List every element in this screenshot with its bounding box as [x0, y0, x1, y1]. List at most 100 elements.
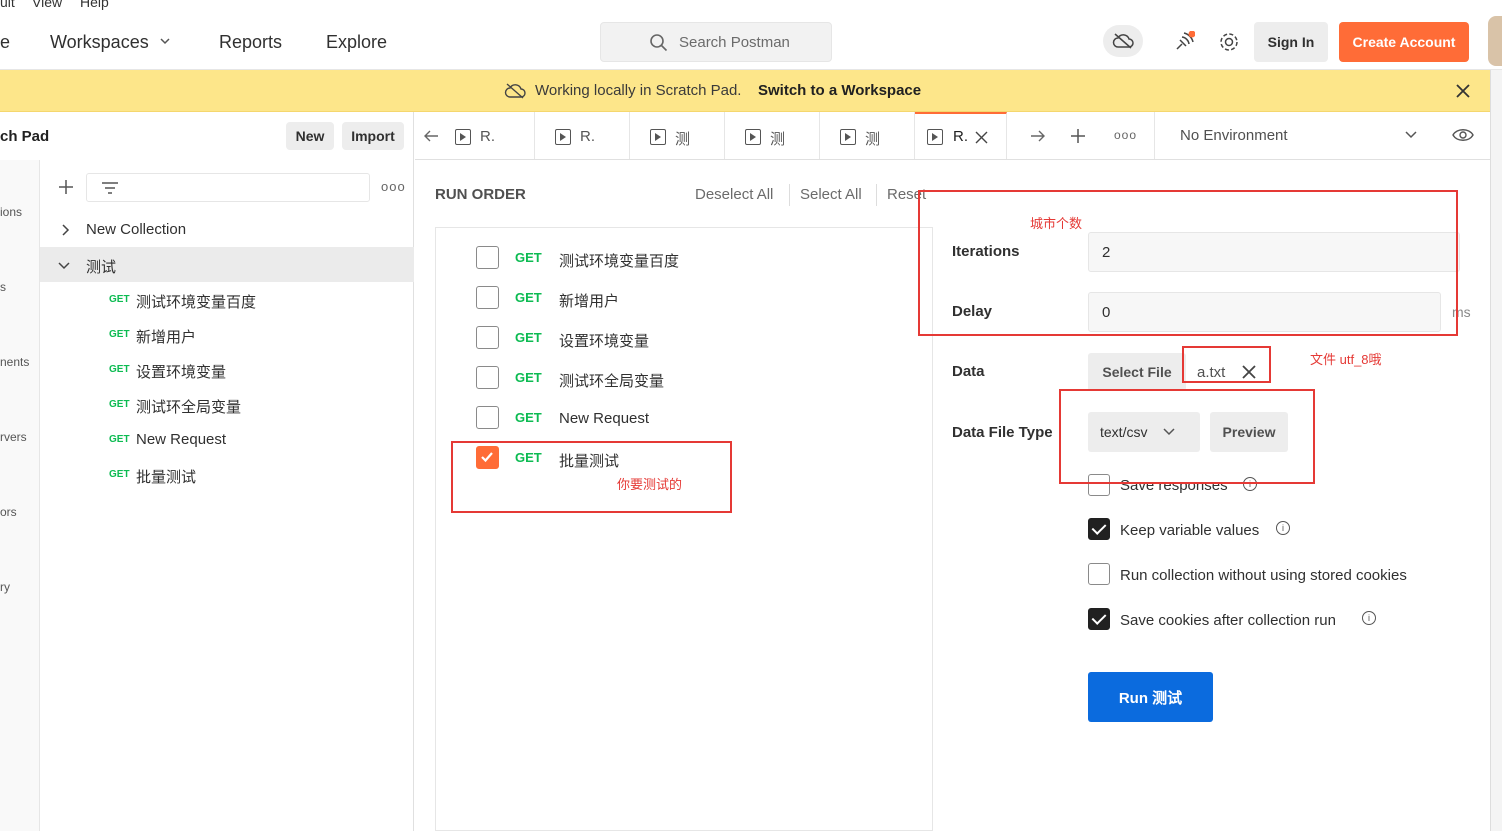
divider: [876, 184, 877, 206]
chevron-down-icon: [58, 262, 70, 270]
nav-home[interactable]: e: [0, 32, 10, 53]
row-checkbox[interactable]: [476, 326, 499, 349]
rail-item-collections[interactable]: ions: [0, 205, 22, 219]
nav-explore[interactable]: Explore: [326, 32, 387, 53]
request-label: New Request: [559, 410, 650, 427]
new-button[interactable]: New: [286, 122, 334, 150]
nav-workspaces[interactable]: Workspaces: [50, 32, 172, 53]
row-checkbox[interactable]: [476, 406, 499, 429]
banner-text: Working locally in Scratch Pad.: [535, 82, 742, 99]
satellite-icon[interactable]: [1172, 30, 1196, 54]
menu-view[interactable]: View: [32, 0, 62, 10]
info-icon[interactable]: i: [1362, 611, 1376, 625]
sign-in-button[interactable]: Sign In: [1254, 22, 1328, 62]
data-label: Data: [952, 363, 985, 380]
nav-reports[interactable]: Reports: [219, 32, 282, 53]
close-icon[interactable]: [975, 131, 988, 144]
sidebar: ch Pad New Import ions s nents rvers ors…: [0, 112, 414, 831]
top-nav: e Workspaces Reports Explore Search Post…: [0, 10, 1502, 70]
sidebar-rail: ions s nents rvers ors ry: [0, 160, 40, 831]
workspace-title: ch Pad: [0, 128, 50, 145]
data-file-type-label: Data File Type: [952, 424, 1053, 441]
save-cookies-label: Save cookies after collection run: [1120, 612, 1336, 629]
save-cookies-checkbox[interactable]: [1088, 608, 1110, 630]
runner-icon: [840, 129, 856, 145]
runner-icon: [555, 129, 571, 145]
tab-label: R.: [480, 128, 495, 145]
rail-item-monitors[interactable]: ors: [0, 505, 17, 519]
rail-item-history[interactable]: ry: [0, 580, 10, 594]
no-stored-cookies-label: Run collection without using stored cook…: [1120, 567, 1407, 584]
arrow-right-icon[interactable]: [1030, 128, 1046, 144]
request-item[interactable]: GET 设置环境变量: [40, 352, 414, 387]
run-order-heading: RUN ORDER: [435, 186, 526, 203]
tab-runner-3[interactable]: 测: [630, 112, 725, 159]
environment-select[interactable]: No Environment: [1154, 112, 1490, 159]
collection-label: New Collection: [86, 221, 187, 238]
rail-item-apis[interactable]: s: [0, 280, 6, 294]
tab-label: R.: [580, 128, 595, 145]
search-input[interactable]: Search Postman: [600, 22, 832, 62]
import-button[interactable]: Import: [342, 122, 404, 150]
gear-icon[interactable]: [1217, 30, 1241, 54]
tab-runner-1[interactable]: R.: [435, 112, 535, 159]
search-icon: [650, 34, 668, 52]
annotation-box-file-type: [1059, 389, 1315, 484]
filter-icon: [102, 182, 118, 194]
more-icon[interactable]: ooo: [1114, 128, 1137, 142]
collection-label: 测试: [86, 259, 117, 276]
request-label: 批量测试: [136, 469, 197, 486]
cloud-off-icon: [504, 83, 526, 99]
request-item[interactable]: GET New Request: [40, 422, 414, 457]
request-item[interactable]: GET 新增用户: [40, 317, 414, 352]
row-checkbox[interactable]: [476, 286, 499, 309]
menu-edit[interactable]: uit: [0, 0, 15, 10]
method-badge: GET: [109, 364, 130, 375]
tab-label: R.: [953, 128, 968, 145]
cloud-off-icon[interactable]: [1103, 25, 1143, 57]
close-icon[interactable]: [1455, 83, 1471, 99]
select-file-button[interactable]: Select File: [1088, 353, 1186, 391]
add-tab-icon[interactable]: [1070, 128, 1086, 144]
switch-workspace-link[interactable]: Switch to a Workspace: [758, 82, 921, 99]
run-button[interactable]: Run 测试: [1088, 672, 1213, 722]
rail-item-mock-servers[interactable]: rvers: [0, 430, 27, 444]
collection-new-collection[interactable]: New Collection: [40, 212, 414, 247]
no-stored-cookies-checkbox[interactable]: [1088, 563, 1110, 585]
collection-test[interactable]: 测试: [40, 247, 414, 282]
keep-variable-values-checkbox[interactable]: [1088, 518, 1110, 540]
menu-help[interactable]: Help: [80, 0, 109, 10]
annotation-box-file: [1182, 346, 1271, 383]
avatar[interactable]: [1488, 16, 1502, 66]
select-all-button[interactable]: Select All: [800, 186, 862, 203]
request-item[interactable]: GET 批量测试: [40, 457, 414, 492]
request-item[interactable]: GET 测试环境变量百度: [40, 282, 414, 317]
row-checkbox[interactable]: [476, 366, 499, 389]
environment-label: No Environment: [1180, 127, 1288, 144]
tab-runner-active[interactable]: R.: [915, 112, 1007, 159]
tab-label: 测: [865, 131, 881, 148]
rail-item-environments[interactable]: nents: [0, 355, 29, 369]
add-icon[interactable]: [58, 179, 74, 195]
tab-runner-4[interactable]: 测: [725, 112, 820, 159]
filter-input[interactable]: [86, 173, 370, 202]
request-label: 新增用户: [559, 293, 620, 310]
request-label: 测试环境变量百度: [559, 253, 680, 270]
annotation-box-iterations: [918, 190, 1458, 336]
tab-runner-5[interactable]: 测: [820, 112, 915, 159]
method-badge: GET: [515, 410, 542, 425]
create-account-button[interactable]: Create Account: [1339, 22, 1469, 62]
chevron-down-icon: [160, 38, 170, 45]
method-badge: GET: [515, 370, 542, 385]
row-checkbox[interactable]: [476, 246, 499, 269]
method-badge: GET: [109, 399, 130, 410]
tab-label: 测: [770, 131, 786, 148]
eye-icon[interactable]: [1452, 127, 1474, 143]
tab-runner-2[interactable]: R.: [535, 112, 630, 159]
info-icon[interactable]: i: [1276, 521, 1290, 535]
chevron-right-icon: [62, 224, 70, 236]
more-icon[interactable]: ooo: [381, 179, 406, 194]
annotation-want-test: 你要测试的: [617, 477, 683, 492]
request-item[interactable]: GET 测试环全局变量: [40, 387, 414, 422]
deselect-all-button[interactable]: Deselect All: [695, 186, 773, 203]
